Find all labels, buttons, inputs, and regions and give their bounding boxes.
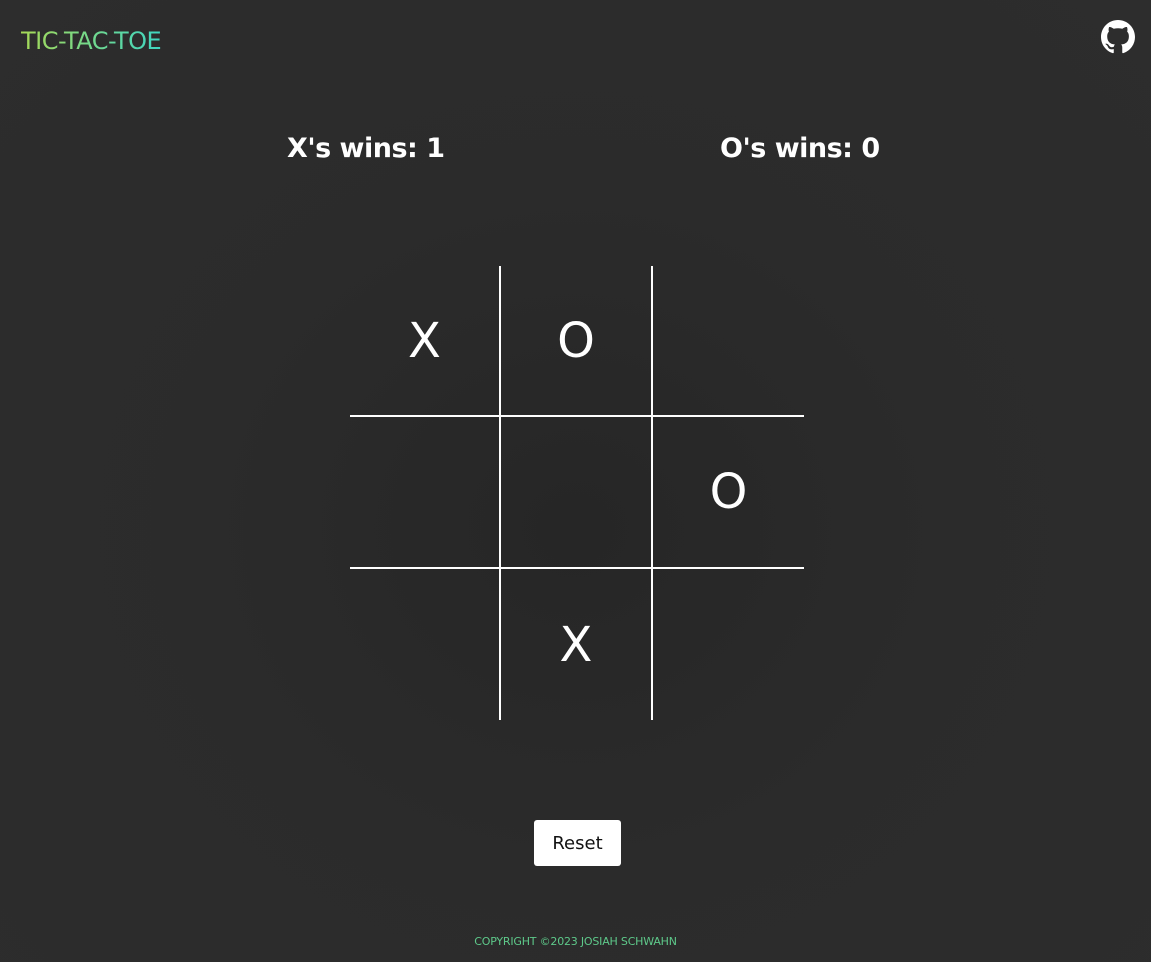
app-logo[interactable]: TIC-TAC-TOE <box>21 26 162 56</box>
board-cell-2[interactable]: O <box>501 266 653 417</box>
board-cell-8[interactable]: X <box>501 569 653 720</box>
board-cell-5[interactable] <box>501 417 653 569</box>
game-board: X O O X <box>350 266 806 720</box>
reset-button[interactable]: Reset <box>534 820 621 866</box>
footer-copyright: COPYRIGHT ©2023 JOSIAH SCHWAHN <box>474 935 677 948</box>
board-cell-4[interactable] <box>350 417 501 569</box>
x-wins-score: X's wins: 1 <box>287 133 445 164</box>
board-cell-1[interactable]: X <box>350 266 501 417</box>
board-cell-3[interactable] <box>653 266 804 417</box>
o-wins-score: O's wins: 0 <box>720 133 880 164</box>
github-icon[interactable] <box>1101 20 1135 54</box>
board-cell-7[interactable] <box>350 569 501 720</box>
board-cell-9[interactable] <box>653 569 804 720</box>
board-cell-6[interactable]: O <box>653 417 804 569</box>
